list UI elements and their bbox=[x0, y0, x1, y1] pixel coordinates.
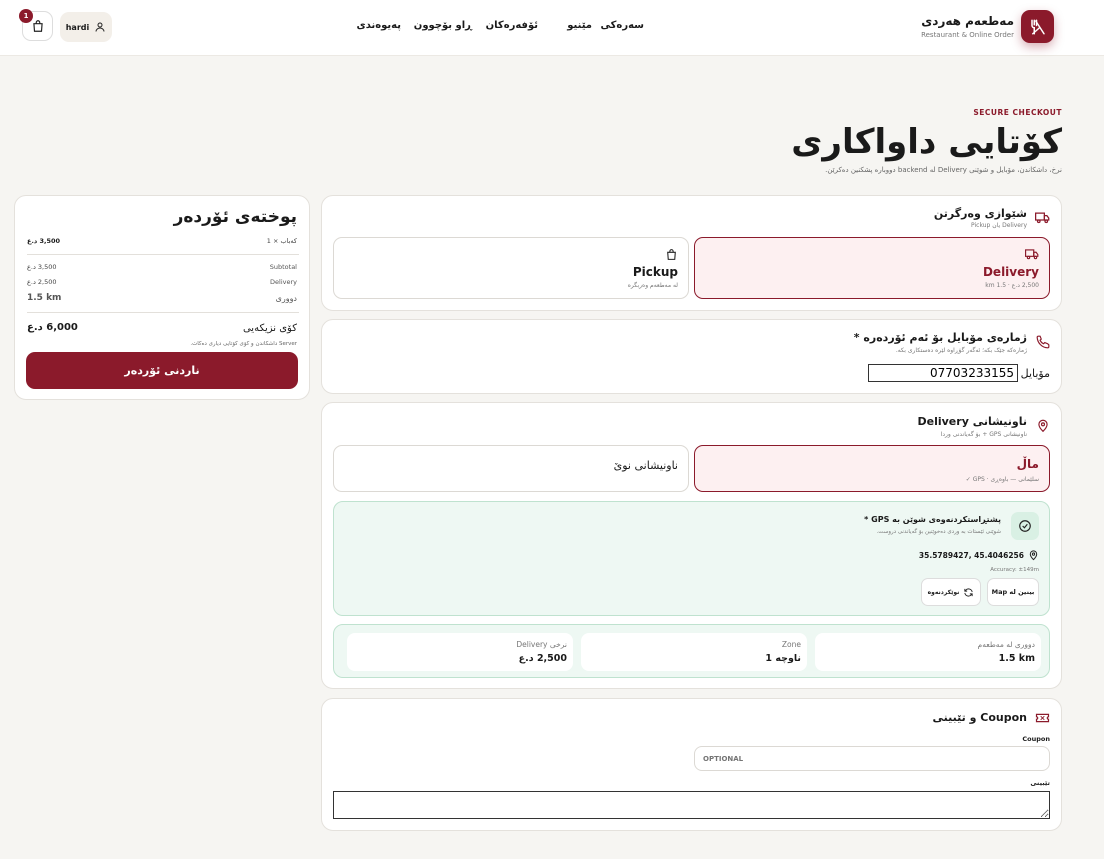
gps-coordinates: 35.5789427, 45.4046256 bbox=[918, 550, 1024, 560]
address-home-meta: سلێمانی — باوەڕی · GPS ✓ bbox=[965, 476, 1039, 483]
note-textarea[interactable] bbox=[333, 791, 1050, 819]
user-name: hardi bbox=[65, 22, 90, 32]
coupon-label: Coupon bbox=[1022, 735, 1050, 743]
delivery-fee-label: Delivery bbox=[270, 278, 297, 286]
delivery-method-subtitle: Delivery یان Pickup bbox=[971, 222, 1027, 229]
stat-distance: دووری لە مەطعەم 1.5 km bbox=[815, 633, 1041, 671]
phone-icon bbox=[1036, 335, 1050, 349]
gps-accuracy: Accuracy: ±149m bbox=[990, 567, 1039, 573]
coupon-title: Coupon و تێبینی bbox=[932, 711, 1027, 724]
new-address-label: ناونیشانی نوێ bbox=[613, 459, 678, 472]
phone-input[interactable] bbox=[868, 364, 1018, 382]
phone-subtitle: ژمارەکە جێک بکە؛ ئەگەر گۆڕاوە لێرە دەستک… bbox=[895, 347, 1027, 354]
gps-panel: پشتڕاستکردنەوەی شوێن بە GPS * شوێنی ئێست… bbox=[333, 501, 1050, 616]
summary-item-price: 3,500 د.ع bbox=[27, 237, 61, 245]
refresh-label: نوێکردنەوە bbox=[927, 588, 960, 596]
address-title: ناونیشانی Delivery bbox=[917, 415, 1028, 428]
note-label: تێبینی bbox=[1030, 779, 1050, 787]
subtotal-value: 3,500 د.ع bbox=[27, 263, 57, 271]
user-icon bbox=[95, 22, 105, 32]
logo[interactable] bbox=[1021, 10, 1054, 43]
gps-status-badge bbox=[1011, 512, 1039, 540]
gps-coordinates-row: 35.5789427, 45.4046256 bbox=[919, 549, 1039, 561]
phone-label: مۆبایل bbox=[1020, 367, 1050, 380]
pickup-option-label: Pickup bbox=[632, 265, 678, 279]
divider bbox=[27, 312, 299, 313]
brand-name: مەطعەم هەردی bbox=[921, 14, 1014, 28]
new-address-option[interactable]: ناونیشانی نوێ bbox=[333, 445, 689, 492]
page-subtitle: نرخ، داشکاندن، مۆبایل و شوێنی Delivery ل… bbox=[825, 166, 1062, 174]
total-value: 6,000 د.ع bbox=[27, 322, 78, 333]
coupon-card: Coupon و تێبینی Coupon تێبینی bbox=[321, 698, 1062, 831]
pickup-option-meta: لە مەطعەم وەربگرە bbox=[627, 282, 678, 289]
divider bbox=[27, 254, 299, 255]
shopping-bag-icon bbox=[32, 20, 43, 32]
address-card: ناونیشانی Delivery ناونیشانی GPS + بۆ گە… bbox=[321, 402, 1062, 689]
delivery-method-title: شێوازی وەرگرتن bbox=[933, 207, 1027, 220]
nav-contact[interactable]: پەیوەندی bbox=[357, 20, 401, 31]
secure-checkout-label: SECURE CHECKOUT bbox=[973, 108, 1062, 117]
truck-icon bbox=[1035, 212, 1050, 224]
pickup-option[interactable]: Pickup لە مەطعەم وەربگرە bbox=[333, 237, 689, 299]
server-note: Server داشکاندن و کۆی کۆتایی دیاری دەکات… bbox=[190, 341, 297, 347]
stat-zone: Zone ناوچە 1 bbox=[581, 633, 807, 671]
nav-reviews[interactable]: ڕاو بۆچوون bbox=[414, 20, 472, 31]
refresh-icon bbox=[964, 587, 973, 597]
top-header: مەطعەم هەردی Restaurant & Online Order س… bbox=[0, 0, 1104, 56]
distance-value: 1.5 km bbox=[27, 293, 62, 303]
cart-count-badge: 1 bbox=[19, 9, 33, 23]
coupon-input[interactable] bbox=[694, 746, 1050, 771]
refresh-location-button[interactable]: نوێکردنەوە bbox=[921, 578, 981, 606]
map-pin-icon bbox=[1029, 550, 1038, 561]
submit-order-button[interactable]: ناردنی ئۆردەر bbox=[26, 352, 298, 389]
gps-subtitle: شوێنی ئێستات بە وردی دەخوێنین بۆ گەیاندن… bbox=[876, 529, 1001, 535]
stat-delivery-fee-value: 2,500 د.ع bbox=[518, 653, 567, 664]
view-map-button[interactable]: بینین لە Map bbox=[987, 578, 1039, 606]
stat-zone-value: ناوچە 1 bbox=[765, 653, 801, 664]
delivery-option-label: Delivery bbox=[982, 265, 1039, 279]
address-home-option[interactable]: ماڵ سلێمانی — باوەڕی · GPS ✓ bbox=[694, 445, 1050, 492]
truck-icon bbox=[1025, 249, 1039, 260]
ticket-icon bbox=[1035, 713, 1050, 723]
distance-label: دووری bbox=[275, 294, 297, 303]
delivery-method-card: شێوازی وەرگرتن Delivery یان Pickup Deliv… bbox=[321, 195, 1062, 311]
delivery-option[interactable]: Delivery 2,500 د.ع · 1.5 km bbox=[694, 237, 1050, 299]
fork-knife-icon bbox=[1030, 19, 1045, 34]
stat-delivery-fee: نرخی Delivery 2,500 د.ع bbox=[347, 633, 573, 671]
phone-title: ژمارەی مۆبایل بۆ ئەم ئۆردەرە * bbox=[853, 331, 1027, 344]
address-home-label: ماڵ bbox=[1016, 457, 1039, 471]
delivery-option-meta: 2,500 د.ع · 1.5 km bbox=[985, 282, 1039, 289]
subtotal-label: Subtotal bbox=[269, 263, 297, 271]
stat-distance-value: 1.5 km bbox=[998, 653, 1035, 664]
gps-title: پشتڕاستکردنەوەی شوێن بە GPS * bbox=[864, 515, 1001, 524]
delivery-fee-value: 2,500 د.ع bbox=[27, 278, 57, 286]
brand-subtitle: Restaurant & Online Order bbox=[921, 31, 1014, 39]
total-label: کۆی نزیکەیی bbox=[242, 323, 297, 334]
check-circle-icon bbox=[1019, 520, 1031, 532]
summary-title: پوختەی ئۆردەر bbox=[173, 207, 297, 227]
summary-item-name: کەباب × 1 bbox=[266, 237, 297, 245]
nav-menu[interactable]: مێنیو bbox=[567, 20, 592, 31]
page-title: کۆتایی داواکاری bbox=[791, 122, 1062, 162]
delivery-stats-panel: دووری لە مەطعەم 1.5 km Zone ناوچە 1 نرخی… bbox=[333, 624, 1050, 678]
nav-offers[interactable]: ئۆفەرەکان bbox=[486, 20, 538, 31]
stat-delivery-fee-label: نرخی Delivery bbox=[516, 640, 567, 649]
stat-distance-label: دووری لە مەطعەم bbox=[977, 640, 1035, 649]
phone-card: ژمارەی مۆبایل بۆ ئەم ئۆردەرە * ژمارەکە ج… bbox=[321, 319, 1062, 394]
map-pin-icon bbox=[1038, 419, 1048, 433]
stat-zone-label: Zone bbox=[781, 640, 801, 649]
user-button[interactable]: hardi bbox=[60, 12, 112, 42]
shopping-bag-icon bbox=[667, 249, 676, 260]
address-subtitle: ناونیشانی GPS + بۆ گەیاندنی وردا bbox=[940, 431, 1027, 438]
nav-home[interactable]: سەرەکی bbox=[601, 20, 645, 31]
